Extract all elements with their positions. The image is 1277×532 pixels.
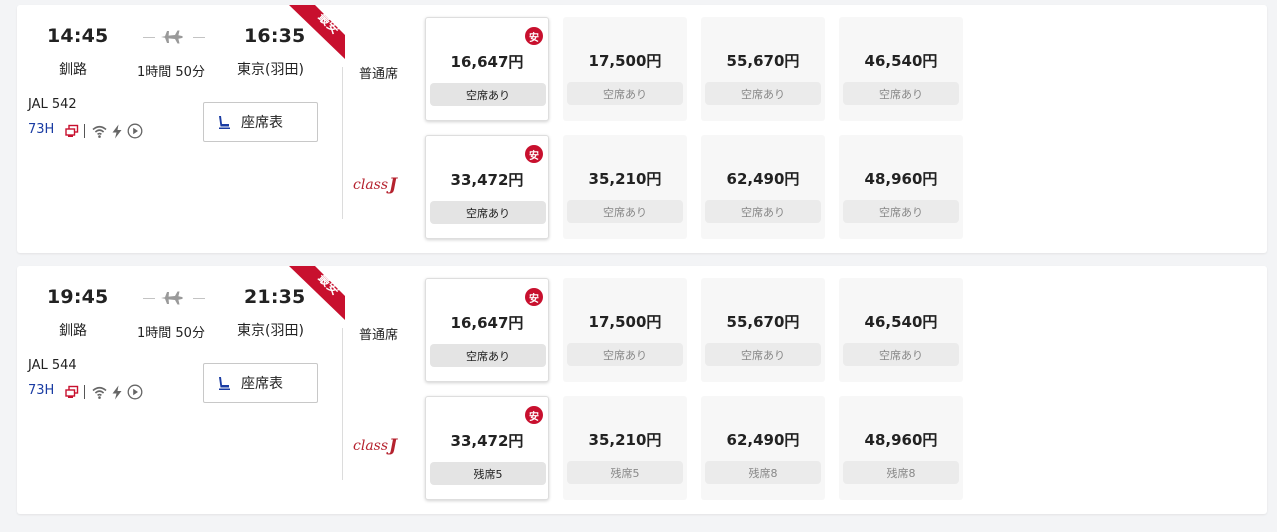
class-j-logo: class J [353, 436, 398, 456]
amenity-separator [84, 124, 85, 138]
seat-icon [219, 116, 230, 129]
flight-card: 14:45 16:35 釧路 1時間 50分 東京(羽田) JAL 542 73… [17, 5, 1267, 253]
seat-availability: 空席あり [430, 344, 546, 367]
cheapest-badge: 安 [525, 288, 543, 306]
arrival-airport: 東京(羽田) [237, 62, 304, 78]
fare-option[interactable]: 安 16,647円 空席あり [425, 278, 549, 382]
wifi-icon [92, 125, 107, 138]
departure-airport: 釧路 [59, 62, 87, 78]
seat-availability: 残席8 [705, 461, 821, 484]
amenity-icons [65, 383, 143, 401]
fare-option[interactable]: 46,540円 空席あり [839, 17, 963, 121]
seatmap-button[interactable]: 座席表 [203, 363, 318, 403]
fare-price: 46,540円 [864, 52, 938, 70]
seat-availability: 空席あり [843, 82, 959, 105]
fare-price: 55,670円 [726, 52, 800, 70]
class-label-normal: 普通席 [359, 328, 399, 343]
fare-option[interactable]: 46,540円 空席あり [839, 278, 963, 382]
fare-price: 17,500円 [588, 52, 662, 70]
power-icon [112, 124, 122, 138]
fare-option[interactable]: 48,960円 残席8 [839, 396, 963, 500]
seat-availability: 空席あり [705, 343, 821, 366]
seat-availability: 空席あり [705, 82, 821, 105]
seat-availability: 残席5 [567, 461, 683, 484]
fare-option[interactable]: 安 33,472円 空席あり [425, 135, 549, 239]
cheapest-badge: 安 [525, 27, 543, 45]
fare-option[interactable]: 48,960円 空席あり [839, 135, 963, 239]
fare-option[interactable]: 安 16,647円 空席あり [425, 17, 549, 121]
seat-availability: 残席8 [843, 461, 959, 484]
amenity-separator [84, 385, 85, 399]
seatback-monitor-icon [65, 385, 79, 398]
flight-number: JAL 544 [28, 358, 77, 373]
flight-duration: 1時間 50分 [137, 326, 205, 341]
fare-price: 33,472円 [450, 432, 524, 450]
fare-option[interactable]: 35,210円 空席あり [563, 135, 687, 239]
seat-availability: 空席あり [567, 82, 683, 105]
seat-icon [219, 377, 230, 390]
fare-price: 35,210円 [588, 431, 662, 449]
airplane-icon [161, 30, 183, 44]
fare-option[interactable]: 62,490円 空席あり [701, 135, 825, 239]
flight-card: 19:45 21:35 釧路 1時間 50分 東京(羽田) JAL 544 73… [17, 266, 1267, 514]
seat-availability: 空席あり [430, 201, 546, 224]
seatmap-button-label: 座席表 [241, 115, 283, 131]
fare-price: 46,540円 [864, 313, 938, 331]
cheapest-badge: 安 [525, 406, 543, 424]
fare-price: 17,500円 [588, 313, 662, 331]
seat-availability: 空席あり [567, 343, 683, 366]
fare-option[interactable]: 17,500円 空席あり [563, 17, 687, 121]
fare-option[interactable]: 35,210円 残席5 [563, 396, 687, 500]
fare-option[interactable]: 62,490円 残席8 [701, 396, 825, 500]
fare-price: 62,490円 [726, 431, 800, 449]
seat-availability: 空席あり [567, 200, 683, 223]
cheapest-badge: 安 [525, 145, 543, 163]
class-j-logo: class J [353, 175, 398, 195]
fare-option[interactable]: 55,670円 空席あり [701, 278, 825, 382]
fare-price: 35,210円 [588, 170, 662, 188]
departure-airport: 釧路 [59, 323, 87, 339]
seat-availability: 空席あり [430, 83, 546, 106]
flight-number: JAL 542 [28, 97, 77, 112]
fare-option[interactable]: 55,670円 空席あり [701, 17, 825, 121]
seat-availability: 空席あり [705, 200, 821, 223]
power-icon [112, 385, 122, 399]
fare-price: 55,670円 [726, 313, 800, 331]
fare-option[interactable]: 17,500円 空席あり [563, 278, 687, 382]
fare-price: 33,472円 [450, 171, 524, 189]
departure-time: 19:45 [47, 286, 109, 308]
seatmap-button[interactable]: 座席表 [203, 102, 318, 142]
column-divider [342, 328, 343, 480]
fare-price: 16,647円 [450, 53, 524, 71]
seatback-monitor-icon [65, 124, 79, 137]
airplane-icon [161, 291, 183, 305]
play-icon [127, 123, 143, 139]
aircraft-type[interactable]: 73H [28, 122, 54, 137]
fare-price: 62,490円 [726, 170, 800, 188]
aircraft-type[interactable]: 73H [28, 383, 54, 398]
seatmap-button-label: 座席表 [241, 376, 283, 392]
seat-availability: 残席5 [430, 462, 546, 485]
cheapest-ribbon: 最安 [289, 5, 345, 59]
cheapest-ribbon: 最安 [289, 266, 345, 320]
arrival-airport: 東京(羽田) [237, 323, 304, 339]
wifi-icon [92, 386, 107, 399]
play-icon [127, 384, 143, 400]
fare-option[interactable]: 安 33,472円 残席5 [425, 396, 549, 500]
class-label-normal: 普通席 [359, 67, 399, 82]
seat-availability: 空席あり [843, 343, 959, 366]
fare-price: 48,960円 [864, 431, 938, 449]
amenity-icons [65, 122, 143, 140]
fare-price: 16,647円 [450, 314, 524, 332]
fare-price: 48,960円 [864, 170, 938, 188]
column-divider [342, 67, 343, 219]
seat-availability: 空席あり [843, 200, 959, 223]
flight-duration: 1時間 50分 [137, 65, 205, 80]
departure-time: 14:45 [47, 25, 109, 47]
